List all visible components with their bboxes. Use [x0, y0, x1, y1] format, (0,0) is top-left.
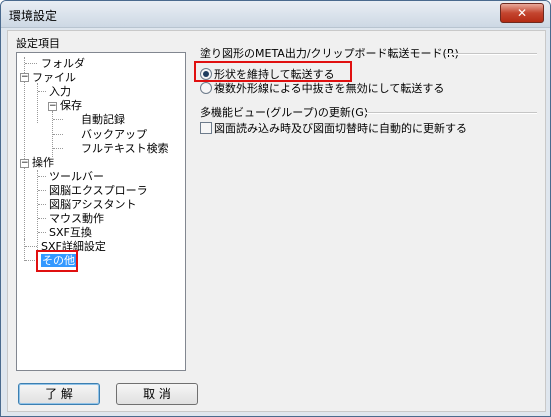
dialog-body: 設定項目 − − − フォルダ ファイル 入力 保存 自動記録 バックアップ フ…: [7, 30, 546, 412]
window-title: 環境設定: [9, 9, 58, 23]
tree-line: [38, 218, 46, 219]
tree-item-assistant[interactable]: 図脳アシスタント: [49, 198, 137, 211]
collapse-icon[interactable]: −: [20, 159, 29, 168]
tree-item-save[interactable]: 保存: [60, 99, 82, 112]
tree-item-operation[interactable]: 操作: [32, 156, 54, 169]
settings-items-label: 設定項目: [16, 37, 60, 50]
auto-update-label[interactable]: 図面読み込み時及び図面切替時に自動的に更新する: [214, 120, 467, 136]
tree-item-toolbar[interactable]: ツールバー: [49, 170, 104, 183]
close-button[interactable]: ✕: [500, 3, 544, 23]
tree-line: [38, 204, 46, 205]
auto-update-checkbox[interactable]: [200, 122, 212, 134]
tree-item-autorecord[interactable]: 自動記録: [81, 113, 125, 126]
title-bar: 環境設定 ✕: [1, 1, 550, 28]
tree-line: [25, 63, 37, 64]
cancel-button[interactable]: 取 消: [116, 383, 198, 405]
tree-line: [38, 176, 46, 177]
tree-item-explorer[interactable]: 図脳エクスプローラ: [49, 184, 148, 197]
settings-dialog: 環境設定 ✕ 設定項目 − − − フォルダ ファイル 入力 保存 自動記録 バ…: [0, 0, 551, 417]
highlight-box: [36, 250, 78, 272]
collapse-icon[interactable]: −: [48, 102, 57, 111]
radio-disable-hollow-label[interactable]: 複数外形線による中抜きを無効にして転送する: [214, 80, 444, 96]
ok-button[interactable]: 了 解: [18, 383, 100, 405]
tree-item-sxf-compat[interactable]: SXF互換: [49, 226, 92, 239]
tree-item-input[interactable]: 入力: [49, 85, 71, 98]
meta-output-mode-label: 塗り図形のMETA出力/クリップボード転送モード(R): [200, 47, 459, 60]
radio-disable-hollow[interactable]: [200, 82, 212, 94]
tree-line: [53, 148, 63, 149]
highlight-box: [194, 61, 352, 82]
tree-line: [24, 239, 25, 261]
section-divider: [366, 112, 537, 114]
tree-line: [24, 57, 25, 239]
tree-line: [38, 232, 46, 233]
section-divider: [445, 53, 537, 55]
tree-line: [38, 190, 46, 191]
tree-item-file[interactable]: ファイル: [32, 71, 76, 84]
multiview-update-label: 多機能ビュー(グループ)の更新(G): [200, 106, 369, 119]
tree-line: [37, 83, 38, 123]
tree-item-mouse[interactable]: マウス動作: [49, 212, 104, 225]
tree-line: [53, 119, 63, 120]
tree-item-backup[interactable]: バックアップ: [81, 128, 147, 141]
tree-line: [25, 246, 37, 247]
tree-item-fulltext-search[interactable]: フルテキスト検索: [81, 142, 169, 155]
settings-tree[interactable]: − − − フォルダ ファイル 入力 保存 自動記録 バックアップ フルテキスト…: [16, 52, 186, 371]
tree-line: [38, 91, 46, 92]
tree-line: [37, 170, 38, 252]
tree-item-folder[interactable]: フォルダ: [41, 57, 85, 70]
tree-line: [53, 134, 63, 135]
collapse-icon[interactable]: −: [20, 73, 29, 82]
